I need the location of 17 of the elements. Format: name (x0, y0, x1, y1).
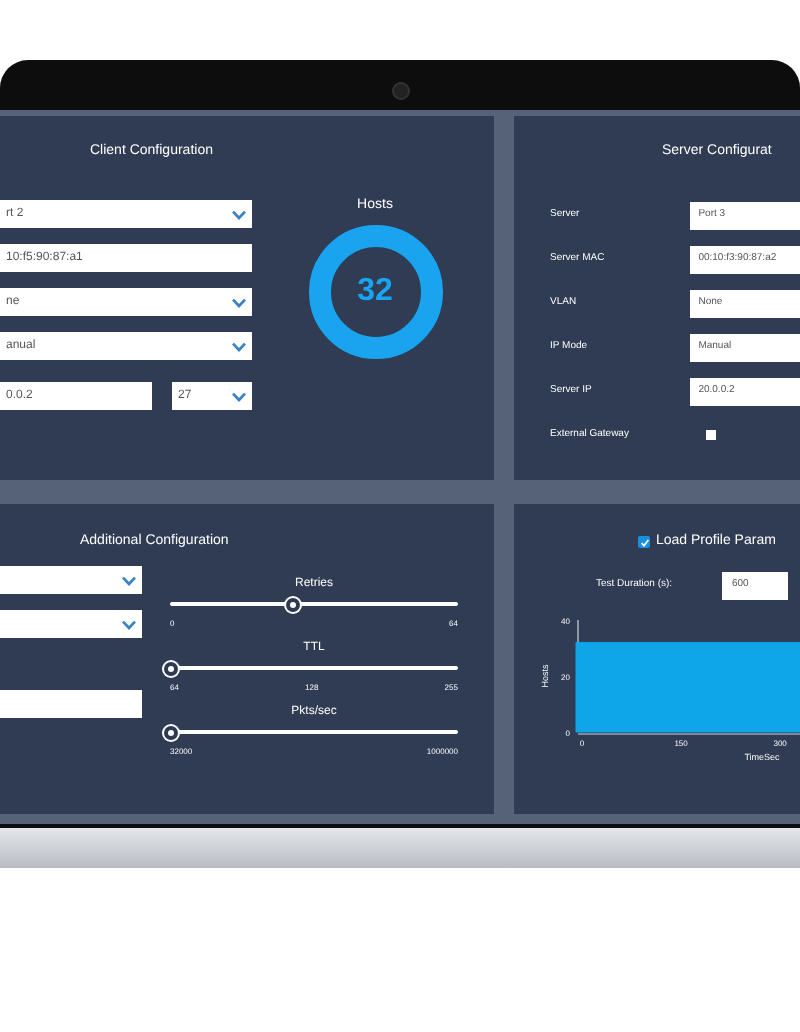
slider-thumb[interactable] (163, 661, 177, 675)
slider-thumb[interactable] (286, 597, 301, 611)
slider-thumb[interactable] (163, 725, 177, 739)
caret-icon (232, 209, 246, 219)
hosts-donut (307, 223, 443, 359)
caret-icon (122, 575, 136, 585)
caret-icon (232, 391, 246, 401)
caret-icon (122, 619, 136, 629)
caret-icon (232, 297, 246, 307)
checkbox[interactable] (638, 536, 650, 549)
hosts-count: 32 (357, 271, 393, 311)
check-icon (639, 537, 649, 548)
caret-icon (232, 341, 246, 351)
checkbox[interactable] (706, 430, 716, 440)
slider-track[interactable] (170, 596, 458, 612)
camera-icon (391, 82, 409, 100)
input-field[interactable] (0, 690, 142, 718)
